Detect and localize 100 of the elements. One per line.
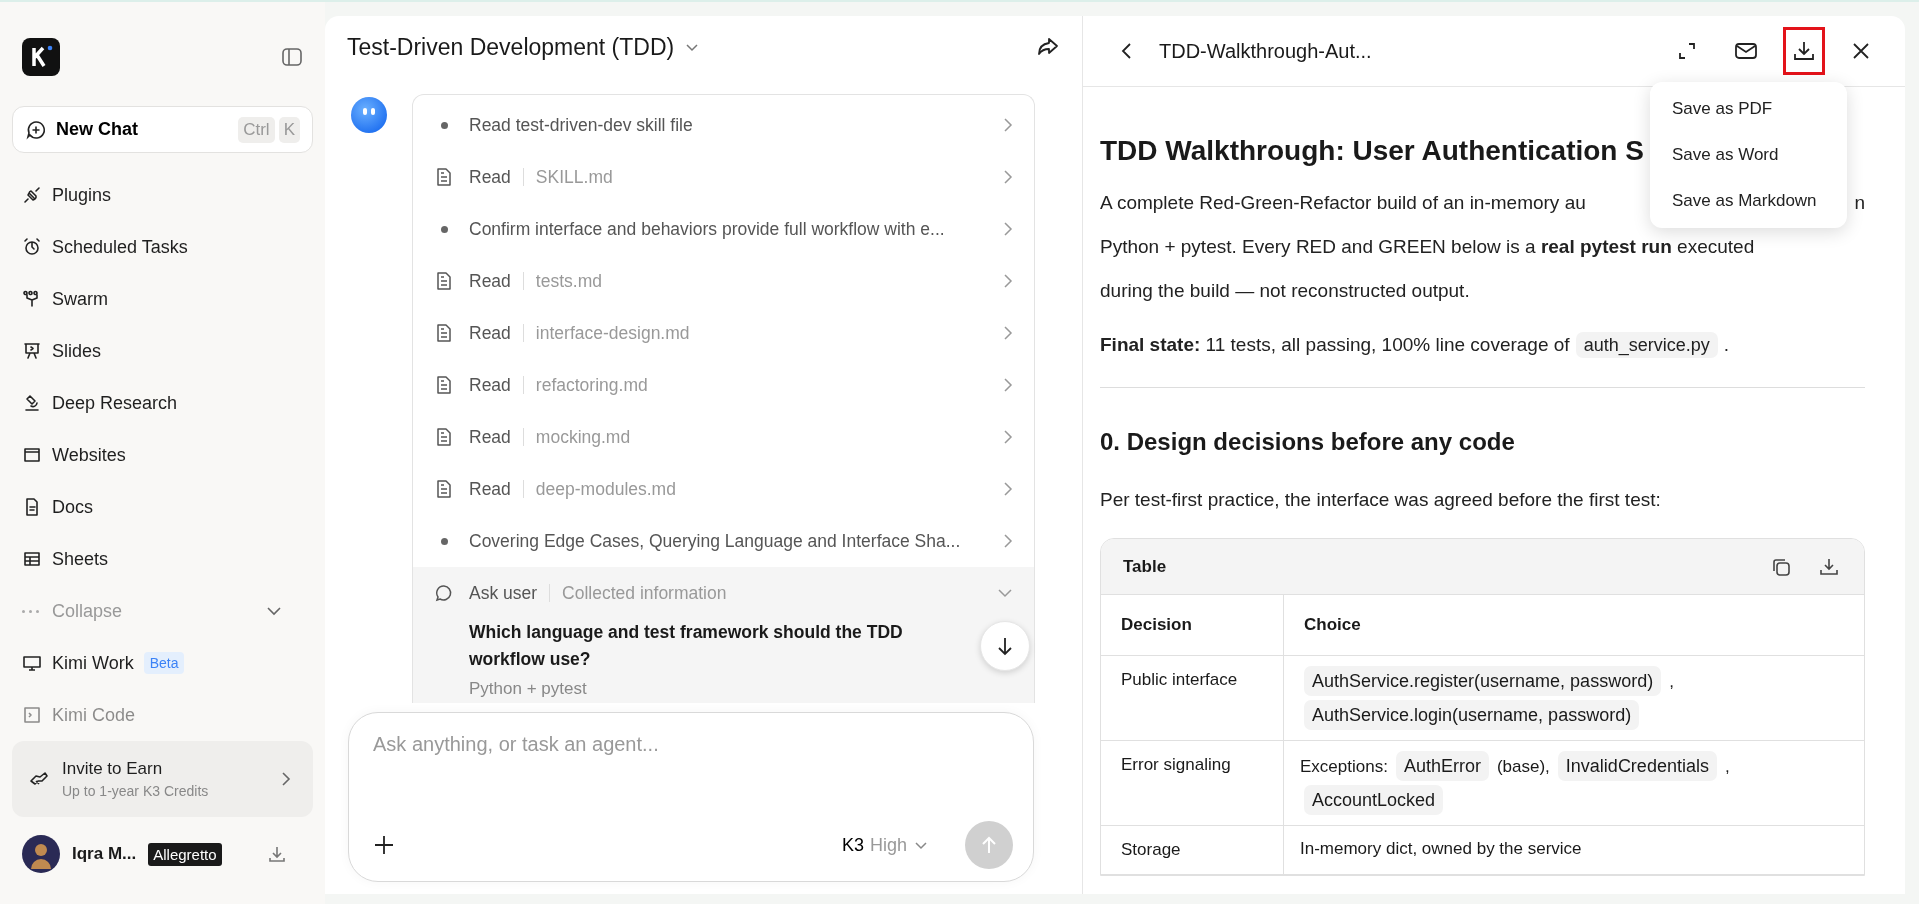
file-icon	[435, 375, 453, 395]
file-name: interface-design.md	[535, 322, 691, 344]
menu-item[interactable]: Save as Markdown	[1650, 178, 1847, 224]
table-cell: Storage	[1101, 825, 1284, 875]
step-detail: Collected information	[562, 582, 728, 604]
step-row[interactable]: Read SKILL.md	[413, 151, 1034, 203]
paragraph-text: Final state: 11 tests, all passing, 100% line coverage of	[1100, 334, 1570, 355]
cell-text: In-memory dict, owned by the service	[1300, 838, 1582, 860]
paragraph-text: .	[1723, 334, 1729, 355]
step-label: Read	[469, 324, 524, 342]
chevron-right-icon	[1002, 532, 1014, 550]
file-icon	[435, 427, 453, 447]
file-name: mocking.md	[535, 426, 632, 448]
step-label: Read	[469, 428, 524, 446]
sidebar-item[interactable]: Docs	[12, 481, 313, 533]
sidebar-item[interactable]: Websites	[12, 429, 313, 481]
inline-code: auth_service.py	[1575, 332, 1718, 358]
nav-icon	[22, 705, 42, 725]
inline-code: AuthError	[1395, 751, 1489, 781]
chevron-right-icon	[1002, 376, 1014, 394]
nav-icon	[22, 185, 42, 205]
prompt-input[interactable]: Ask anything, or task an agent...	[373, 729, 1013, 759]
new-chat-button[interactable]: New Chat Ctrl K	[12, 106, 313, 153]
speech-bubble-icon	[434, 583, 454, 603]
download-icon[interactable]	[267, 844, 287, 864]
sidebar-toggle-icon[interactable]	[281, 46, 303, 68]
step-label: Read	[469, 480, 524, 498]
chevron-right-icon	[1002, 428, 1014, 446]
table-cell: Error signaling	[1101, 740, 1284, 826]
file-name: tests.md	[535, 270, 603, 292]
chevron-right-icon	[1002, 168, 1014, 186]
nav-icon	[22, 445, 42, 465]
file-icon	[435, 167, 453, 187]
paragraph-line: Python + pytest. Every RED and GREEN below is a real pytest run executed	[1100, 235, 1755, 259]
step-row[interactable]: Read refactoring.md	[413, 359, 1034, 411]
chevron-right-icon	[1002, 272, 1014, 290]
file-icon	[435, 323, 453, 343]
sidebar-item[interactable]: Plugins	[12, 169, 313, 221]
question-text: Which language and test framework should the TDD workflow use?	[469, 621, 904, 671]
step-row[interactable]: Read mocking.md	[413, 411, 1034, 463]
cell-text: ,	[1724, 756, 1730, 778]
inline-code: AuthService.login(username, password)	[1304, 700, 1640, 730]
table-title: Table	[1123, 556, 1168, 577]
shortcut-key: K	[278, 116, 300, 143]
plus-icon[interactable]	[373, 834, 395, 856]
sidebar-item[interactable]: Sheets	[12, 533, 313, 585]
table-cell: Public interface	[1101, 655, 1284, 741]
column-header: Choice	[1283, 595, 1864, 656]
inline-code: AccountLocked	[1304, 785, 1444, 815]
step-row[interactable]: Read test-driven-dev skill file	[413, 99, 1034, 151]
model-selector[interactable]: K3 High	[835, 833, 935, 857]
invite-card[interactable]: Invite to Earn Up to 1-year K3 Credits	[12, 741, 313, 817]
step-row[interactable]: Read tests.md	[413, 255, 1034, 307]
sidebar-item-label: Kimi Work	[52, 652, 134, 674]
plus-chat-icon	[25, 118, 47, 141]
step-row[interactable]: Ask user Collected information	[413, 567, 1034, 619]
file-icon	[435, 271, 453, 291]
mail-icon[interactable]	[1734, 40, 1758, 62]
paragraph-line: during the build — not reconstructed output.	[1100, 279, 1470, 303]
sidebar-item[interactable]: Slides	[12, 325, 313, 377]
step-row[interactable]: Confirm interface and behaviors provide full workflow with e...	[413, 203, 1034, 255]
section-heading: 0. Design decisions before any code	[1100, 428, 1516, 456]
avatar[interactable]	[22, 835, 60, 873]
expand-icon[interactable]	[1676, 40, 1698, 62]
sidebar-item[interactable]: Scheduled Tasks	[12, 221, 313, 273]
nav-icon	[22, 549, 42, 569]
step-row[interactable]: Read deep-modules.md	[413, 463, 1034, 515]
assistant-avatar	[350, 96, 388, 134]
file-icon	[435, 479, 453, 499]
document-heading: TDD Walkthrough: User Authentication S	[1100, 135, 1644, 167]
inline-code: AuthService.register(username, password)	[1304, 666, 1662, 696]
chevron-right-icon	[1002, 116, 1014, 134]
cell-text: ,	[1669, 671, 1674, 693]
column-header: Decision	[1101, 595, 1284, 656]
user-name: Iqra M...	[72, 844, 137, 864]
menu-item[interactable]: Save as PDF	[1650, 86, 1847, 132]
invite-subtitle: Up to 1-year K3 Credits	[62, 783, 210, 799]
paragraph-line: A complete Red-Green-Refactor build of an in-memory au	[1100, 191, 1586, 215]
chat-title[interactable]: Test-Driven Development (TDD)	[347, 33, 675, 61]
answer-text: Python + pytest	[469, 679, 588, 699]
step-row[interactable]: Read interface-design.md	[413, 307, 1034, 359]
invite-title: Invite to Earn	[62, 759, 164, 779]
step-label: Ask user	[469, 584, 551, 602]
sidebar-item[interactable]: Deep Research	[12, 377, 313, 429]
menu-item[interactable]: Save as Word	[1650, 132, 1847, 178]
sidebar-item[interactable]: Kimi Work Beta	[12, 637, 313, 689]
inline-code: InvalidCredentials	[1557, 751, 1717, 781]
cell-text: Exceptions:	[1300, 756, 1388, 778]
sidebar-item[interactable]: Swarm	[12, 273, 313, 325]
logo-icon[interactable]	[22, 38, 60, 76]
cell-text: (base),	[1496, 756, 1550, 778]
bullet-icon	[440, 121, 448, 129]
file-name: refactoring.md	[535, 374, 649, 396]
plan-badge: Allegretto	[148, 842, 222, 866]
paragraph-line: n	[1854, 191, 1865, 215]
nav-icon	[22, 341, 42, 361]
nav-icon	[22, 653, 42, 673]
chevron-right-icon	[279, 770, 293, 788]
step-row[interactable]: Covering Edge Cases, Querying Language and Interface Sha...	[413, 515, 1034, 567]
download-button[interactable]	[1783, 27, 1825, 75]
